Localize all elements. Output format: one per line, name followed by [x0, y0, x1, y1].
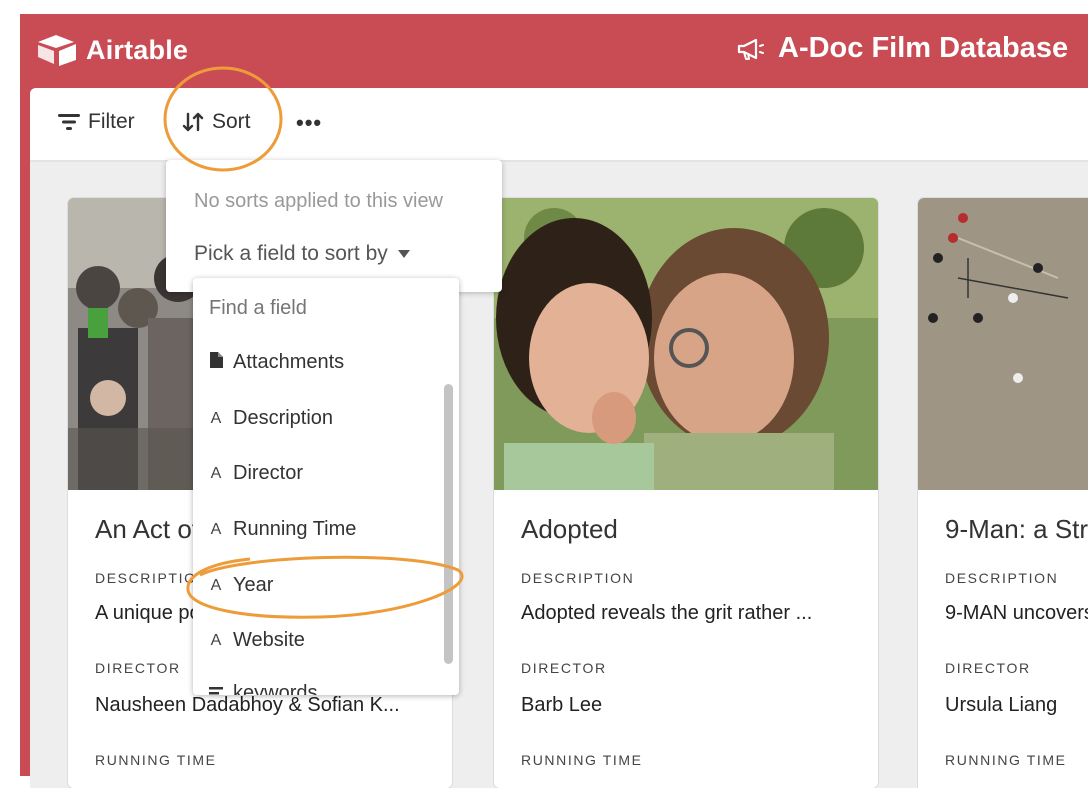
no-sorts-message: No sorts applied to this view: [194, 190, 444, 212]
more-options-button[interactable]: •••: [296, 110, 322, 136]
description-value: Adopted reveals the grit rather ...: [521, 602, 813, 624]
running-time-label: RUNNING TIME: [945, 752, 1067, 768]
text-icon: A: [210, 631, 222, 649]
description-label: DESCRIPTION: [95, 570, 209, 586]
sort-label: Sort: [212, 110, 251, 133]
description-value: 9-MAN uncovers a streetball game ...: [945, 602, 1088, 624]
sort-button[interactable]: Sort: [182, 110, 251, 134]
view-toolbar: Filter Sort •••: [30, 88, 1088, 162]
field-option-keywords[interactable]: keywords: [209, 682, 317, 695]
text-icon: A: [210, 409, 222, 427]
running-time-label: RUNNING TIME: [95, 752, 217, 768]
director-value: Nausheen Dadabhoy & Sofian K...: [95, 694, 400, 716]
text-icon: A: [210, 576, 222, 594]
field-option-attachments[interactable]: Attachments: [209, 351, 344, 374]
pick-field-label: Pick a field to sort by: [194, 242, 388, 265]
running-time-label: RUNNING TIME: [521, 752, 643, 768]
caret-down-icon: [397, 250, 410, 258]
director-value: Ursula Liang: [945, 694, 1058, 716]
field-option-label: Director: [233, 462, 304, 484]
director-label: DIRECTOR: [95, 660, 181, 676]
card-title: Adopted: [521, 514, 618, 544]
text-icon: A: [210, 464, 222, 482]
description-label: DESCRIPTION: [521, 570, 635, 586]
field-option-label: Attachments: [233, 351, 345, 373]
text-icon: A: [210, 520, 222, 538]
find-field-input[interactable]: [207, 296, 431, 321]
document-icon: [209, 352, 223, 373]
field-picker-menu: Attachments A Description A Director A R…: [193, 278, 459, 695]
field-option-label: Year: [233, 574, 274, 596]
filter-icon: [58, 114, 80, 130]
sort-popover: No sorts applied to this view Pick a fie…: [166, 160, 502, 292]
card-title: 9-Man: a Streetball Battle: [945, 514, 1088, 544]
card-image: [918, 198, 1088, 490]
field-menu-scrollbar[interactable]: [444, 384, 453, 664]
filter-button[interactable]: Filter: [58, 110, 135, 134]
field-option-label: Website: [233, 629, 305, 651]
filter-label: Filter: [88, 110, 135, 133]
director-label: DIRECTOR: [945, 660, 1031, 676]
airtable-logo-icon: [38, 35, 76, 66]
pick-field-dropdown[interactable]: Pick a field to sort by: [194, 242, 410, 266]
field-option-director[interactable]: A Director: [209, 462, 303, 485]
director-value: Barb Lee: [521, 694, 603, 716]
base-title: A-Doc Film Database: [736, 32, 1068, 65]
description-label: DESCRIPTION: [945, 570, 1059, 586]
record-card[interactable]: 9-Man: a Streetball Battle DESCRIPTION 9…: [918, 198, 1088, 788]
airtable-logo[interactable]: Airtable: [36, 33, 188, 67]
field-option-label: Running Time: [233, 518, 357, 540]
field-option-label: keywords: [233, 682, 318, 695]
field-option-running-time[interactable]: A Running Time: [209, 518, 357, 541]
field-option-label: Description: [233, 407, 334, 429]
base-title-text: A-Doc Film Database: [778, 32, 1069, 64]
logo-text: Airtable: [86, 34, 189, 65]
card-image: [494, 198, 878, 490]
megaphone-icon: [737, 38, 764, 60]
field-option-website[interactable]: A Website: [209, 629, 305, 652]
top-bar: Airtable A-Doc Film Database: [20, 14, 1088, 88]
field-option-year[interactable]: A Year: [209, 574, 274, 597]
multi-select-icon: [209, 685, 223, 696]
sort-icon: [182, 112, 204, 132]
record-card[interactable]: Adopted DESCRIPTION Adopted reveals the …: [494, 198, 878, 788]
director-label: DIRECTOR: [521, 660, 607, 676]
field-option-description[interactable]: A Description: [209, 407, 333, 430]
